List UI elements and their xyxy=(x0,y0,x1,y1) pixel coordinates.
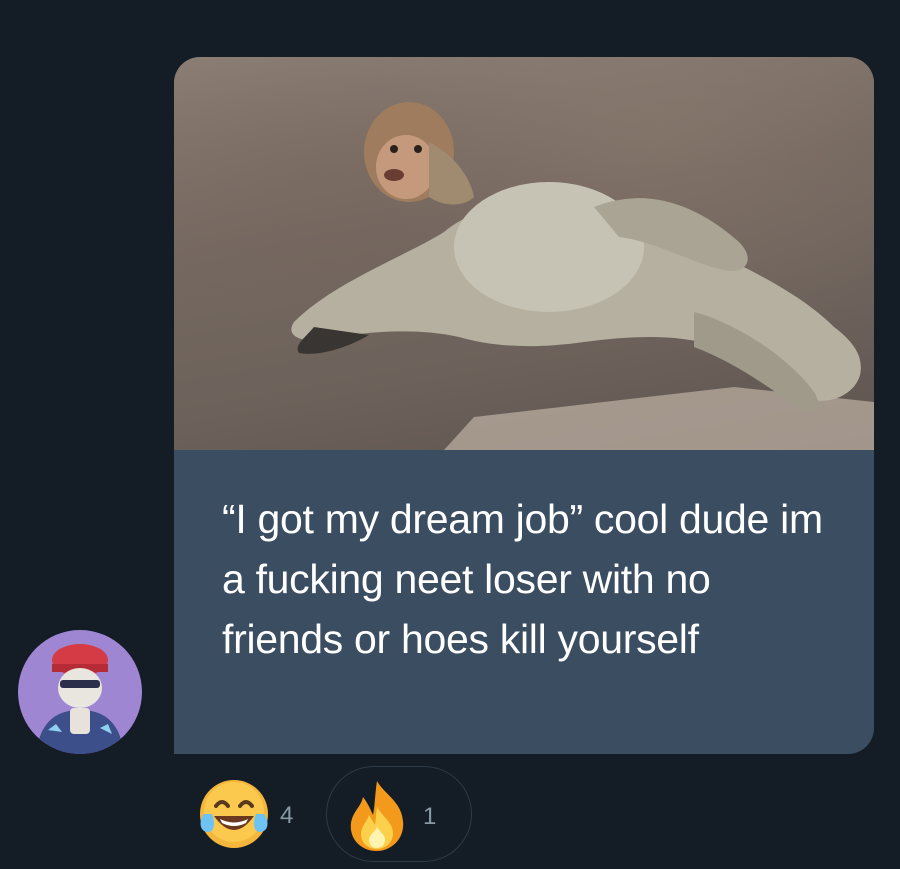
reaction-laugh[interactable]: 4 xyxy=(192,766,312,862)
photo-monkey-icon xyxy=(291,102,874,450)
fire-emoji-icon xyxy=(350,781,404,851)
message-bubble[interactable]: “I got my dream job” cool dude im a fuck… xyxy=(174,57,874,754)
message-text: “I got my dream job” cool dude im a fuck… xyxy=(222,496,823,662)
reaction-laugh-count: 4 xyxy=(280,802,294,829)
avatar[interactable] xyxy=(18,630,142,754)
message-image[interactable] xyxy=(174,57,874,450)
user-avatar-icon xyxy=(18,630,142,754)
reaction-fire-count: 1 xyxy=(423,803,437,830)
laughing-tears-emoji-icon xyxy=(200,780,268,848)
reaction-fire[interactable]: 1 xyxy=(326,766,472,862)
chat-message: “I got my dream job” cool dude im a fuck… xyxy=(0,0,900,869)
